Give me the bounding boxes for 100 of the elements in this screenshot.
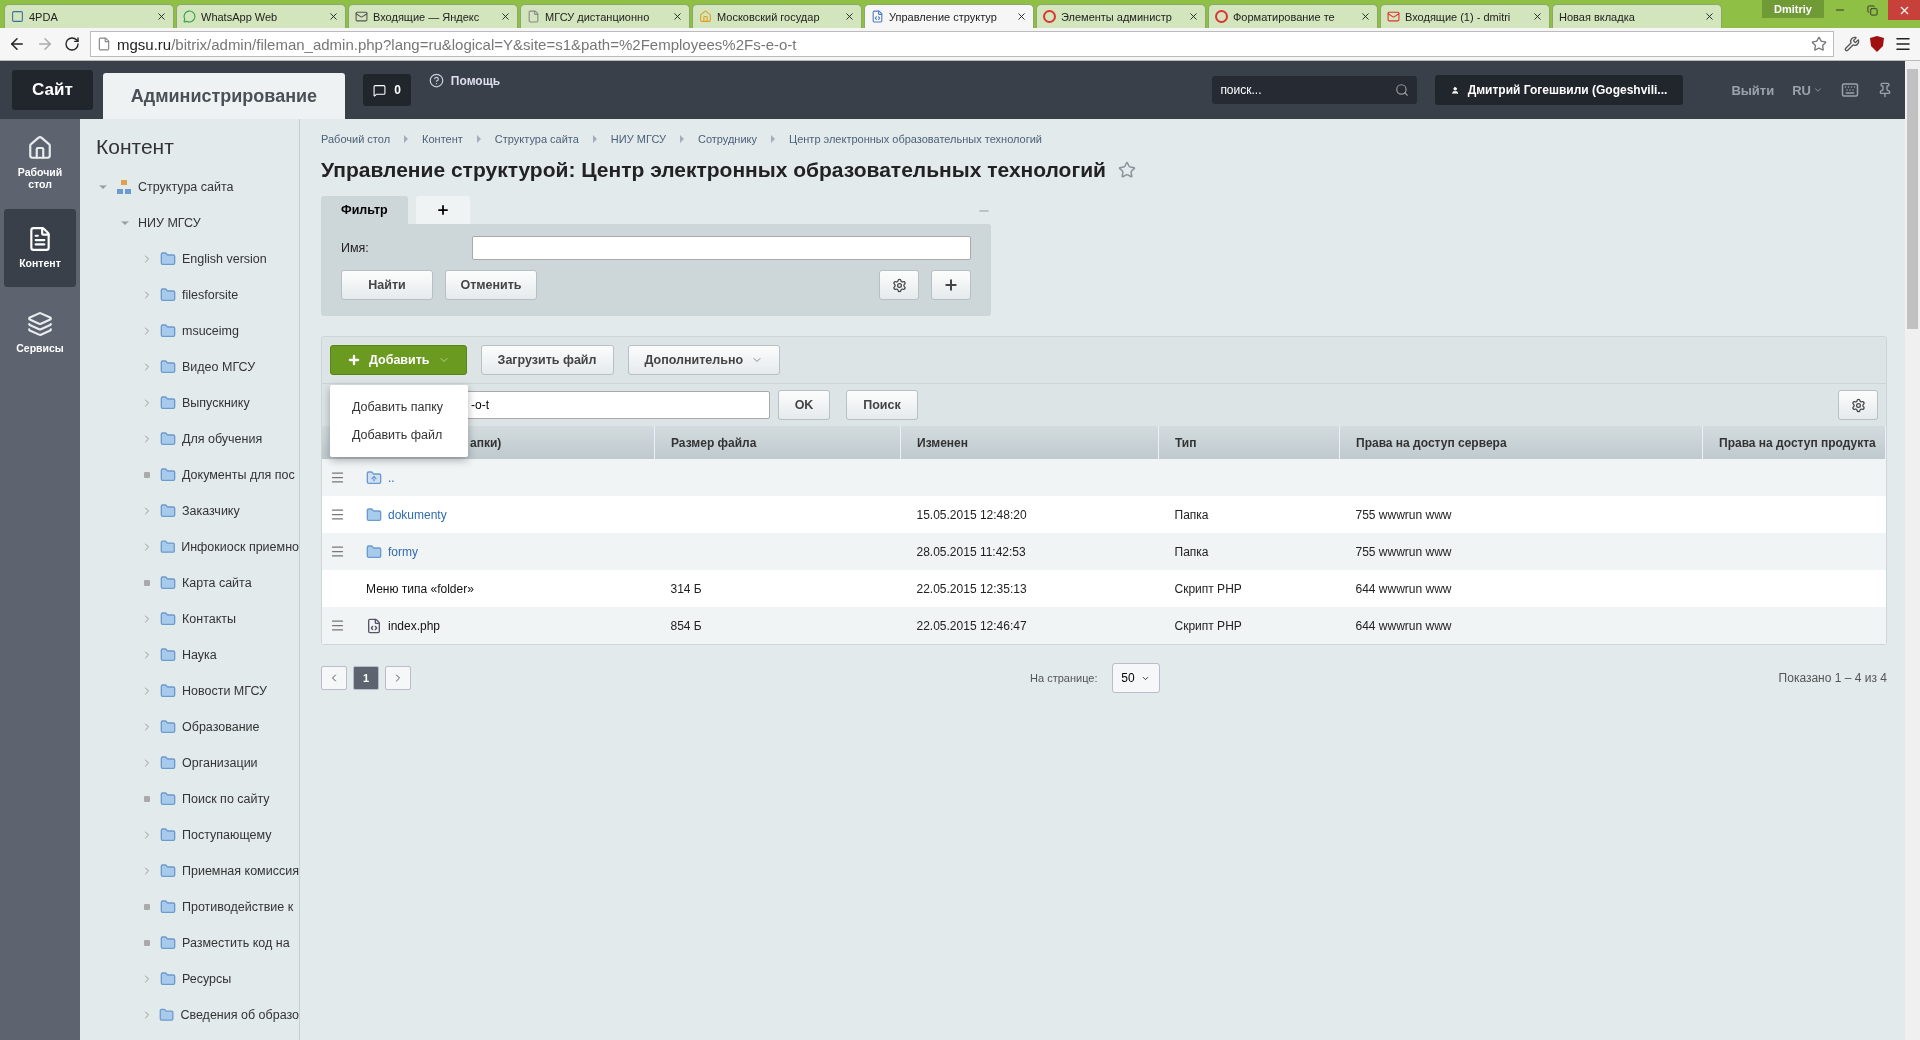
- close-icon[interactable]: [1704, 11, 1715, 22]
- wrench-icon[interactable]: [1844, 36, 1860, 52]
- per-page-select[interactable]: 50: [1111, 663, 1160, 693]
- tree-item[interactable]: Образование: [182, 720, 260, 734]
- tree-item[interactable]: Инфокиоск приемно: [181, 540, 299, 554]
- previous-page-button[interactable]: [321, 666, 347, 690]
- row-menu-icon[interactable]: [330, 470, 345, 485]
- logout-link[interactable]: Выйти: [1731, 82, 1775, 98]
- page-button[interactable]: 1: [353, 666, 379, 690]
- tree-item[interactable]: Документы для пос: [182, 468, 295, 482]
- file-name[interactable]: formy: [388, 544, 418, 559]
- browser-tab[interactable]: Новая вкладка: [1552, 4, 1722, 28]
- column-header[interactable]: Права на доступ сервера: [1339, 426, 1703, 459]
- cancel-button[interactable]: Отменить: [445, 270, 537, 300]
- close-icon[interactable]: [844, 11, 855, 22]
- browser-tab[interactable]: Форматирование те: [1208, 4, 1378, 28]
- browser-tab[interactable]: 4PDA: [4, 4, 174, 28]
- tree-item[interactable]: filesforsite: [182, 288, 239, 302]
- star-icon[interactable]: [1811, 36, 1827, 52]
- tree-item[interactable]: Организации: [182, 756, 258, 770]
- keyboard-icon[interactable]: [1841, 81, 1859, 99]
- tree-item[interactable]: Ресурсы: [182, 972, 232, 986]
- notifications-button[interactable]: 0: [363, 74, 411, 106]
- browser-tab[interactable]: Входящие — Яндекс: [348, 4, 518, 28]
- upload-button[interactable]: Загрузить файл: [480, 345, 614, 375]
- ok-button[interactable]: OK: [778, 390, 830, 420]
- tree-item[interactable]: Структура сайта: [138, 180, 234, 194]
- browser-tab[interactable]: WhatsApp Web: [176, 4, 346, 28]
- tree-item[interactable]: Новости МГСУ: [182, 684, 268, 698]
- browser-tab[interactable]: Элементы администр: [1036, 4, 1206, 28]
- rail-item[interactable]: Рабочий стол: [4, 129, 76, 197]
- file-name[interactable]: index.php: [388, 618, 441, 633]
- browser-tab[interactable]: МГСУ дистанционно: [520, 4, 690, 28]
- header-tab[interactable]: Администрирование: [102, 73, 346, 119]
- column-header[interactable]: Изменен: [900, 426, 1159, 459]
- browser-tab[interactable]: Московский государ: [692, 4, 862, 28]
- tree-item[interactable]: Противодействие к: [182, 900, 294, 914]
- browser-tab[interactable]: Входящие (1) - dmitri: [1380, 4, 1550, 28]
- tree-item[interactable]: Наука: [182, 648, 217, 662]
- find-button[interactable]: Найти: [341, 270, 433, 300]
- close-icon[interactable]: [500, 11, 511, 22]
- tree-item[interactable]: msuceimg: [182, 324, 239, 338]
- tree-item[interactable]: Видео МГСУ: [182, 360, 256, 374]
- settings-button[interactable]: [879, 270, 919, 300]
- tree-item[interactable]: English version: [182, 252, 267, 266]
- breadcrumb-link[interactable]: Центр электронных образовательных технологий: [789, 133, 1042, 145]
- breadcrumb-link[interactable]: Контент: [422, 133, 463, 145]
- breadcrumb-link[interactable]: Сотруднику: [697, 133, 757, 145]
- header-tab[interactable]: Сайт: [12, 70, 93, 110]
- language-link[interactable]: RU: [1792, 82, 1823, 98]
- address-field[interactable]: mgsu.ru/bitrix/admin/fileman_admin.php?lang=ru&logical=Y&site=s1&path=%2Femployees%2Fs-e-o-t: [90, 31, 1834, 57]
- back-icon[interactable]: [8, 35, 26, 53]
- menu-icon[interactable]: [1894, 35, 1912, 53]
- shield-icon[interactable]: [1870, 36, 1884, 52]
- close-icon[interactable]: [1188, 11, 1199, 22]
- rail-item[interactable]: Сервисы: [4, 299, 76, 367]
- close-icon[interactable]: [328, 11, 339, 22]
- rail-item[interactable]: Контент: [4, 209, 76, 287]
- breadcrumb-link[interactable]: НИУ МГСУ: [610, 133, 666, 145]
- tree-item[interactable]: НИУ МГСУ: [138, 216, 201, 230]
- breadcrumb-link[interactable]: Рабочий стол: [321, 133, 391, 145]
- file-name[interactable]: ..: [388, 470, 395, 485]
- star-icon[interactable]: [1118, 161, 1136, 179]
- menu-item[interactable]: Добавить папку: [330, 393, 468, 421]
- tree-item[interactable]: Карта сайта: [182, 576, 252, 590]
- close-icon[interactable]: [1360, 11, 1371, 22]
- tree-item[interactable]: Для обучения: [182, 432, 263, 446]
- add-button[interactable]: [931, 270, 971, 300]
- close-button[interactable]: [1888, 0, 1920, 20]
- row-menu-icon[interactable]: [330, 618, 345, 633]
- next-page-button[interactable]: [385, 666, 411, 690]
- tree-item[interactable]: Приемная комиссия: [182, 864, 299, 878]
- column-header[interactable]: Тип: [1158, 426, 1340, 459]
- reload-icon[interactable]: [64, 36, 80, 52]
- search-field[interactable]: поиск...: [1212, 76, 1418, 104]
- browser-tab[interactable]: Управление структур: [864, 4, 1034, 28]
- help-link[interactable]: Помощь: [450, 73, 501, 88]
- user-button[interactable]: Дмитрий Гогешвили (Gogeshvili...: [1435, 75, 1684, 105]
- breadcrumb-link[interactable]: Структура сайта: [494, 133, 579, 145]
- close-icon[interactable]: [156, 11, 167, 22]
- tree-item[interactable]: Разместить код на: [182, 936, 290, 950]
- filter-tab[interactable]: Фильтр: [321, 196, 408, 224]
- tree-item[interactable]: Поступающему: [182, 828, 272, 842]
- column-header[interactable]: Размер файла: [654, 426, 901, 459]
- tree-item[interactable]: Контакты: [182, 612, 236, 626]
- pin-icon[interactable]: [1877, 82, 1893, 98]
- file-name[interactable]: Меню типа «folder»: [366, 581, 474, 596]
- row-menu-icon[interactable]: [330, 544, 345, 559]
- close-icon[interactable]: [1532, 11, 1543, 22]
- name-field[interactable]: [471, 236, 971, 260]
- tree-item[interactable]: Выпускнику: [182, 396, 250, 410]
- tree-item[interactable]: Заказчику: [182, 504, 240, 518]
- column-header[interactable]: Права на доступ продукта: [1702, 426, 1886, 459]
- search-icon[interactable]: [1395, 83, 1410, 97]
- search-button[interactable]: Поиск: [846, 390, 918, 420]
- more-button[interactable]: Дополнительно: [627, 345, 781, 375]
- forward-icon[interactable]: [36, 35, 54, 53]
- row-menu-icon[interactable]: [330, 507, 345, 522]
- scrollbar[interactable]: [1905, 61, 1920, 1040]
- add-filter-tab[interactable]: [415, 196, 470, 224]
